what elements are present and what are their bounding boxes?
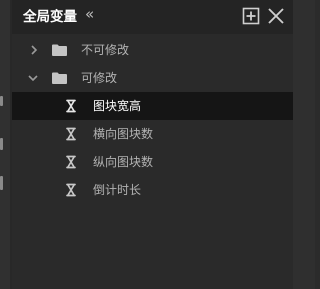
variable-x-icon (66, 183, 76, 197)
right-panel-edge (293, 0, 315, 289)
variable-item[interactable]: 图块宽高 (12, 92, 293, 120)
variable-label: 倒计时长 (93, 183, 142, 197)
tree-group-editable[interactable]: 可修改 (12, 64, 293, 92)
collapse-panel-icon[interactable]: « (85, 5, 94, 23)
variable-x-icon (66, 99, 76, 113)
variable-item[interactable]: 横向图块数 (12, 120, 293, 148)
chevron-right-icon[interactable] (29, 45, 39, 55)
global-variables-panel: 全局变量 « 不可修改 可修改 图块宽高 横向图块数 纵向图块数 倒计时长 (12, 0, 293, 289)
folder-icon (52, 44, 67, 56)
toolbar-edge-mark (0, 138, 3, 150)
variable-label: 图块宽高 (93, 99, 142, 113)
variable-label: 横向图块数 (93, 127, 154, 141)
variable-x-icon (66, 155, 76, 169)
close-icon[interactable] (267, 7, 285, 25)
variable-tree: 不可修改 可修改 图块宽高 横向图块数 纵向图块数 倒计时长 (12, 36, 293, 204)
toolbar-edge-mark (0, 96, 3, 106)
chevron-down-icon[interactable] (28, 73, 38, 83)
tree-group-readonly[interactable]: 不可修改 (12, 36, 293, 64)
panel-title: 全局变量 (23, 9, 77, 25)
folder-icon (52, 72, 67, 84)
tree-group-label: 不可修改 (81, 43, 130, 57)
add-variable-icon[interactable] (242, 7, 260, 25)
toolbar-edge-mark (0, 176, 3, 190)
variable-label: 纵向图块数 (93, 155, 154, 169)
tree-group-label: 可修改 (81, 71, 118, 85)
panel-header: 全局变量 « (12, 0, 293, 34)
left-toolbar-edge (0, 0, 10, 289)
global-variables-screen: 全局变量 « 不可修改 可修改 图块宽高 横向图块数 纵向图块数 倒计时长 (0, 0, 315, 289)
variable-item[interactable]: 纵向图块数 (12, 148, 293, 176)
variable-item[interactable]: 倒计时长 (12, 176, 293, 204)
variable-x-icon (66, 127, 76, 141)
